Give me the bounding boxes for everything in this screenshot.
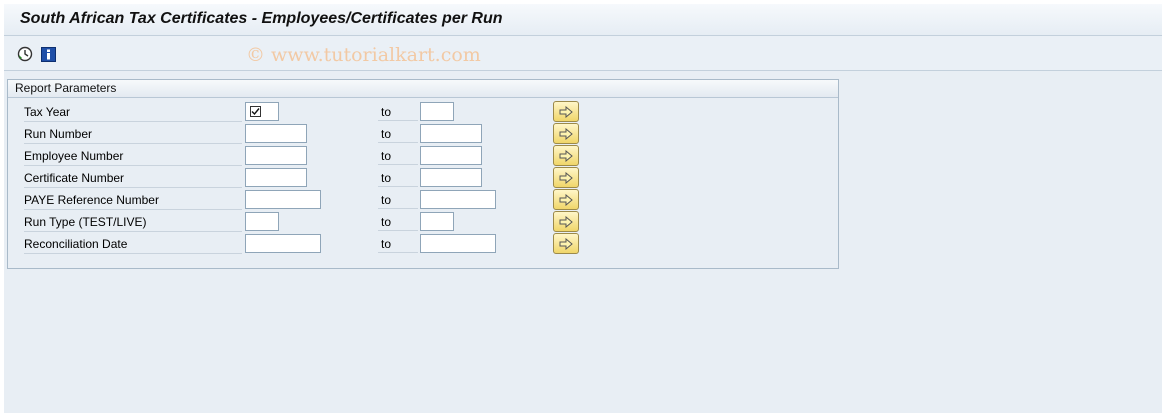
page-title: South African Tax Certificates - Employe…: [20, 10, 503, 27]
to-label: to: [378, 214, 418, 231]
tax-year-to-field[interactable]: [420, 102, 454, 121]
paye-reference-to-field[interactable]: [420, 190, 496, 209]
to-label: to: [378, 170, 418, 187]
employee-number-to-field[interactable]: [420, 146, 482, 165]
execute-clock-icon: [17, 46, 33, 62]
param-label: Run Number: [24, 126, 242, 144]
multiple-selection-button[interactable]: [553, 233, 579, 254]
execute-button[interactable]: [17, 46, 33, 62]
info-button[interactable]: [40, 46, 56, 62]
param-label: Run Type (TEST/LIVE): [24, 214, 242, 232]
param-label: Certificate Number: [24, 170, 242, 188]
run-number-from-field[interactable]: [245, 124, 307, 143]
multiple-selection-button[interactable]: [553, 189, 579, 210]
param-row-employee-number: Employee Number to: [8, 145, 838, 167]
tax-year-from-field[interactable]: [245, 102, 279, 121]
multiple-selection-button[interactable]: [553, 145, 579, 166]
to-label: to: [378, 126, 418, 143]
sap-window: South African Tax Certificates - Employe…: [4, 4, 1162, 413]
report-parameters-group: Report Parameters Tax Year to Run Number…: [7, 79, 839, 269]
arrow-right-icon: [559, 127, 573, 140]
param-label: Employee Number: [24, 148, 242, 166]
run-type-from-field[interactable]: [245, 212, 279, 231]
watermark-text: © www.tutorialkart.com: [246, 44, 481, 66]
arrow-right-icon: [559, 237, 573, 250]
info-icon: [40, 46, 56, 62]
group-title: Report Parameters: [15, 81, 117, 95]
employee-number-from-field[interactable]: [245, 146, 307, 165]
title-bar: South African Tax Certificates - Employe…: [4, 4, 1162, 36]
reconciliation-date-to-field[interactable]: [420, 234, 496, 253]
group-header: Report Parameters: [8, 80, 838, 98]
to-label: to: [378, 236, 418, 253]
param-label: Reconciliation Date: [24, 236, 242, 254]
param-row-run-type: Run Type (TEST/LIVE) to: [8, 211, 838, 233]
multiple-selection-button[interactable]: [553, 211, 579, 232]
main-content: Report Parameters Tax Year to Run Number…: [4, 71, 1162, 413]
to-label: to: [378, 192, 418, 209]
arrow-right-icon: [559, 193, 573, 206]
reconciliation-date-from-field[interactable]: [245, 234, 321, 253]
arrow-right-icon: [559, 105, 573, 118]
param-label: Tax Year: [24, 104, 242, 122]
multiple-selection-button[interactable]: [553, 167, 579, 188]
param-label: PAYE Reference Number: [24, 192, 242, 210]
to-label: to: [378, 104, 418, 121]
run-number-to-field[interactable]: [420, 124, 482, 143]
certificate-number-from-field[interactable]: [245, 168, 307, 187]
checkbox-icon: [250, 106, 261, 117]
arrow-right-icon: [559, 171, 573, 184]
run-type-to-field[interactable]: [420, 212, 454, 231]
param-row-certificate-number: Certificate Number to: [8, 167, 838, 189]
param-row-tax-year: Tax Year to: [8, 101, 838, 123]
param-row-run-number: Run Number to: [8, 123, 838, 145]
paye-reference-from-field[interactable]: [245, 190, 321, 209]
arrow-right-icon: [559, 215, 573, 228]
certificate-number-to-field[interactable]: [420, 168, 482, 187]
multiple-selection-button[interactable]: [553, 123, 579, 144]
param-row-reconciliation-date: Reconciliation Date to: [8, 233, 838, 255]
arrow-right-icon: [559, 149, 573, 162]
application-toolbar: © www.tutorialkart.com: [4, 36, 1162, 71]
multiple-selection-button[interactable]: [553, 101, 579, 122]
param-row-paye-reference: PAYE Reference Number to: [8, 189, 838, 211]
to-label: to: [378, 148, 418, 165]
